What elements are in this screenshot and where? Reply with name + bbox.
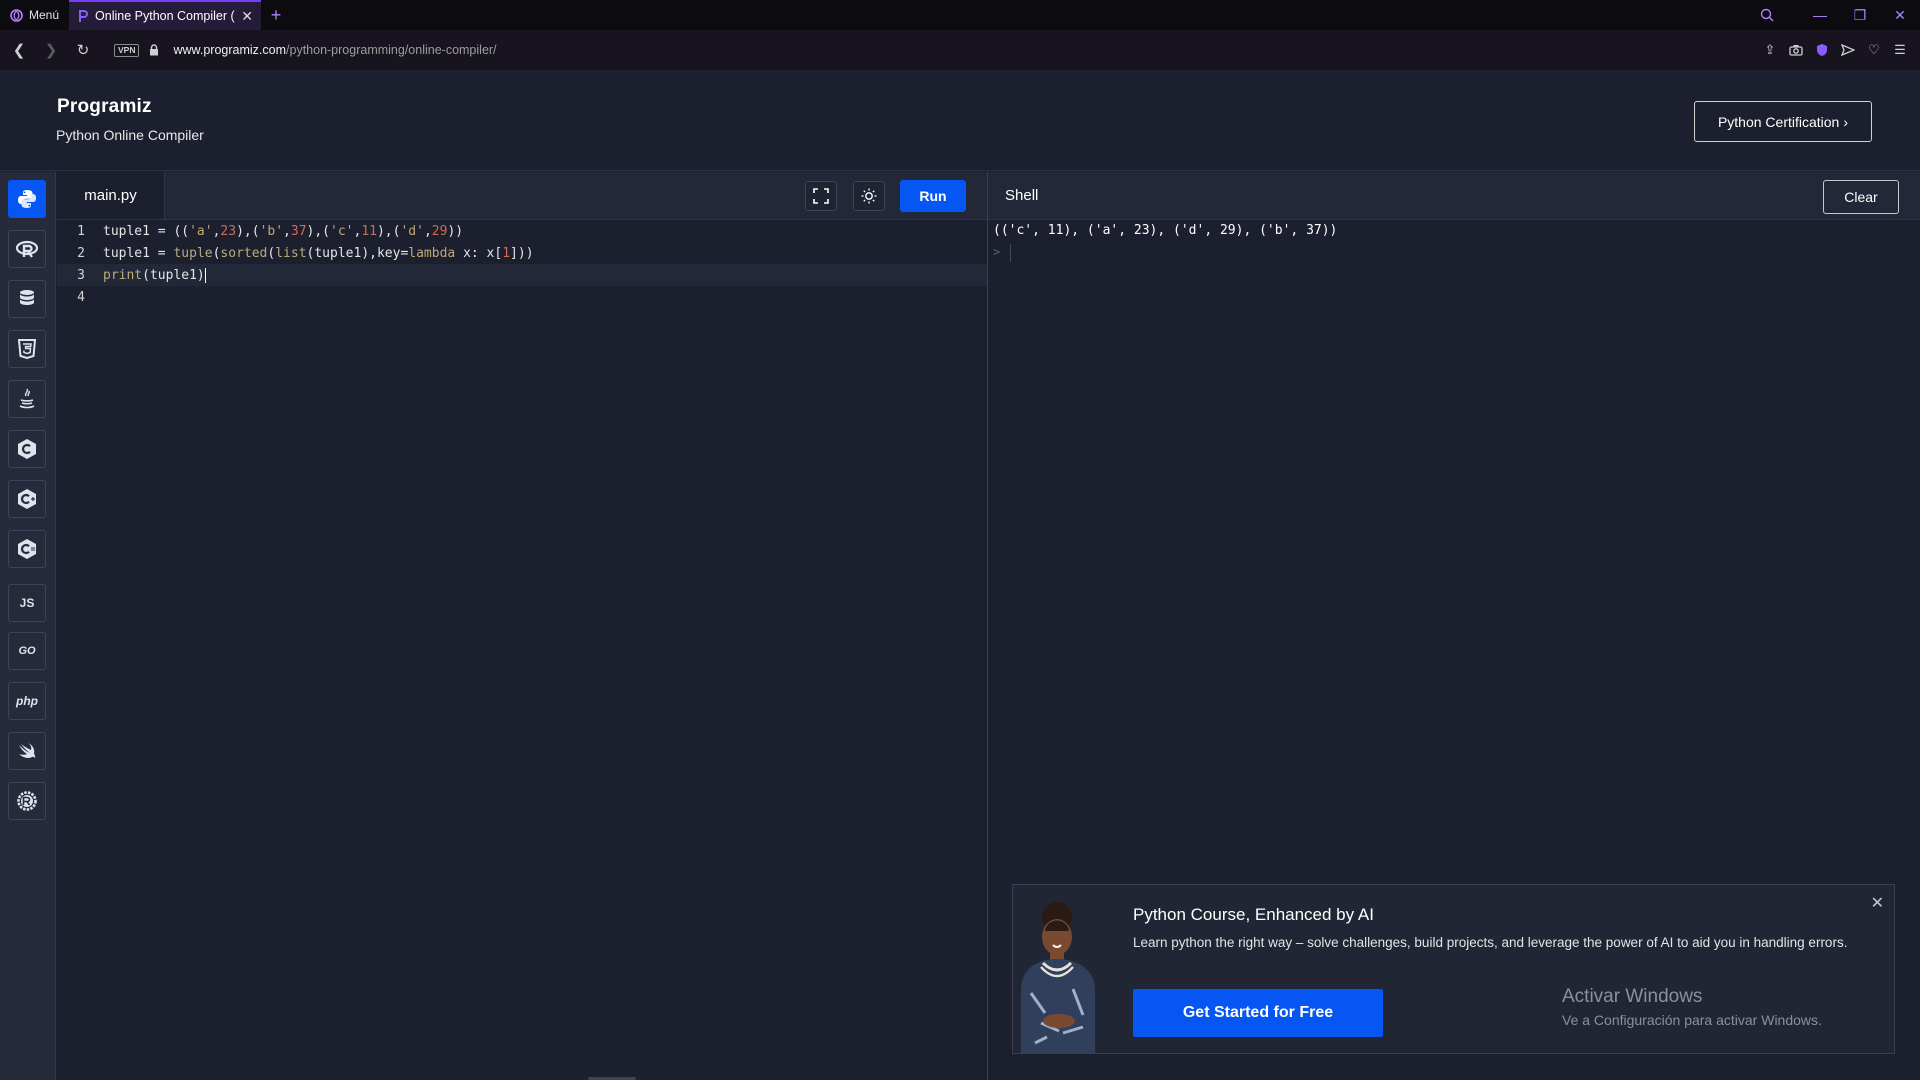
- lock-icon[interactable]: [149, 44, 159, 56]
- code-line-1: tuple1 = (('a',23),('b',37),('c',11),('d…: [103, 223, 464, 239]
- java-icon: [18, 388, 36, 410]
- programiz-favicon-icon: [77, 9, 89, 23]
- language-sidebar: JS GO php: [0, 172, 56, 1080]
- code-line: 4: [57, 286, 987, 308]
- c-icon: [17, 438, 37, 460]
- rust-icon: [16, 790, 38, 812]
- run-button[interactable]: Run: [900, 180, 966, 212]
- lang-rust[interactable]: [8, 782, 46, 820]
- easy-setup-icon[interactable]: ☰: [1892, 42, 1908, 58]
- shield-icon[interactable]: [1814, 42, 1830, 58]
- clear-button[interactable]: Clear: [1823, 180, 1899, 214]
- lang-csharp[interactable]: [8, 530, 46, 568]
- html-icon: [18, 339, 36, 359]
- sql-icon: [19, 289, 35, 309]
- vpn-badge[interactable]: VPN: [114, 43, 140, 57]
- instructor-photo: [1013, 893, 1105, 1053]
- url-field[interactable]: www.programiz.com/python-programming/onl…: [173, 43, 496, 57]
- line-number: 1: [77, 223, 85, 239]
- chevron-right-icon: ›: [1843, 113, 1849, 130]
- heart-icon[interactable]: ♡: [1866, 42, 1882, 58]
- swift-icon: [17, 742, 37, 760]
- code-line: 2 tuple1 = tuple(sorted(list(tuple1),key…: [57, 242, 987, 264]
- lang-swift[interactable]: [8, 732, 46, 770]
- browser-search-icon[interactable]: [1760, 8, 1800, 22]
- code-editor[interactable]: 1 tuple1 = (('a',23),('b',37),('c',11),(…: [57, 220, 987, 1080]
- restore-icon[interactable]: ❐: [1840, 7, 1880, 24]
- csharp-icon: [17, 538, 37, 560]
- windows-activation-watermark: Activar Windows Ve a Configuración para …: [1562, 986, 1822, 1028]
- python-certification-button[interactable]: Python Certification ›: [1694, 101, 1872, 142]
- line-number: 4: [77, 289, 85, 305]
- camera-icon[interactable]: [1788, 42, 1804, 58]
- lang-sql[interactable]: [8, 280, 46, 318]
- sun-icon: [861, 188, 877, 204]
- go-icon: GO: [18, 645, 36, 657]
- course-ad-banner: Python Course, Enhanced by AI Learn pyth…: [1012, 884, 1895, 1054]
- lang-go[interactable]: GO: [8, 632, 46, 670]
- minimize-icon[interactable]: —: [1800, 7, 1840, 23]
- cpp-icon: [17, 488, 37, 510]
- js-icon: JS: [19, 596, 35, 610]
- address-bar-actions: ⇪ ♡ ☰: [1762, 30, 1908, 70]
- get-started-button[interactable]: Get Started for Free: [1133, 989, 1383, 1037]
- code-line: 1 tuple1 = (('a',23),('b',37),('c',11),(…: [57, 220, 987, 242]
- shell-prompt: >: [993, 245, 1001, 259]
- theme-toggle-button[interactable]: [853, 181, 885, 211]
- tab-title: Online Python Compiler (In: [95, 9, 236, 23]
- programiz-logo[interactable]: Programiz: [57, 96, 152, 118]
- page-subtitle: Python Online Compiler: [56, 127, 204, 143]
- python-icon: [16, 188, 38, 210]
- address-bar: ❮ ❯ ↻ VPN www.programiz.com/python-progr…: [0, 30, 1920, 70]
- send-icon[interactable]: [1840, 42, 1856, 58]
- opera-logo-icon: [10, 8, 23, 22]
- r-icon: [16, 240, 38, 258]
- lang-java[interactable]: [8, 380, 46, 418]
- ad-title: Python Course, Enhanced by AI: [1133, 905, 1374, 924]
- forward-arrow-icon[interactable]: ❯: [38, 41, 64, 59]
- browser-menu-button[interactable]: Menú: [0, 0, 69, 30]
- watermark-title: Activar Windows: [1562, 986, 1703, 1007]
- lang-r[interactable]: [8, 230, 46, 268]
- line-number: 3: [77, 267, 85, 283]
- shell-toolbar: Shell Clear: [988, 172, 1920, 220]
- share-icon[interactable]: ⇪: [1762, 42, 1778, 58]
- lang-cpp[interactable]: [8, 480, 46, 518]
- file-tab-main-py[interactable]: main.py: [57, 172, 165, 219]
- lang-c[interactable]: [8, 430, 46, 468]
- ad-close-icon[interactable]: ✕: [1871, 893, 1884, 913]
- lang-python[interactable]: [8, 180, 46, 218]
- editor-toolbar: main.py Run: [57, 172, 987, 220]
- window-controls: — ❐ ✕: [1760, 0, 1920, 30]
- code-line-3: print(tuple1): [103, 267, 206, 283]
- fullscreen-icon: [813, 188, 829, 204]
- url-host: www.programiz.com: [173, 43, 287, 57]
- text-cursor: [204, 267, 206, 283]
- php-icon: php: [16, 694, 38, 708]
- site-header: Programiz Python Online Compiler Python …: [0, 70, 1920, 171]
- cert-button-label: Python Certification: [1717, 113, 1840, 130]
- shell-output: (('c', 11), ('a', 23), ('d', 29), ('b', …: [993, 223, 1338, 238]
- lang-javascript[interactable]: JS: [8, 584, 46, 622]
- browser-tab-active[interactable]: Online Python Compiler (In ✕: [69, 0, 262, 30]
- shell-title: Shell: [1005, 187, 1039, 204]
- code-line-active: 3 print(tuple1): [57, 264, 987, 286]
- back-arrow-icon[interactable]: ❮: [6, 41, 32, 59]
- ad-description: Learn python the right way – solve chall…: [1133, 935, 1848, 950]
- shell-input-cursor: [1010, 244, 1011, 262]
- reload-icon[interactable]: ↻: [70, 41, 96, 59]
- watermark-subtitle: Ve a Configuración para activar Windows.: [1562, 1012, 1822, 1028]
- lang-html[interactable]: [8, 330, 46, 368]
- browser-menu-label: Menú: [29, 8, 60, 22]
- fullscreen-button[interactable]: [805, 181, 837, 211]
- code-line-2: tuple1 = tuple(sorted(list(tuple1),key=l…: [103, 245, 534, 261]
- lang-php[interactable]: php: [8, 682, 46, 720]
- new-tab-button[interactable]: +: [261, 5, 291, 26]
- tab-close-icon[interactable]: ✕: [241, 8, 253, 25]
- browser-tab-strip: Menú Online Python Compiler (In ✕ + — ❐ …: [0, 0, 1920, 30]
- line-number: 2: [77, 245, 85, 261]
- url-path: /python-programming/online-compiler/: [286, 43, 497, 57]
- window-close-icon[interactable]: ✕: [1880, 7, 1920, 24]
